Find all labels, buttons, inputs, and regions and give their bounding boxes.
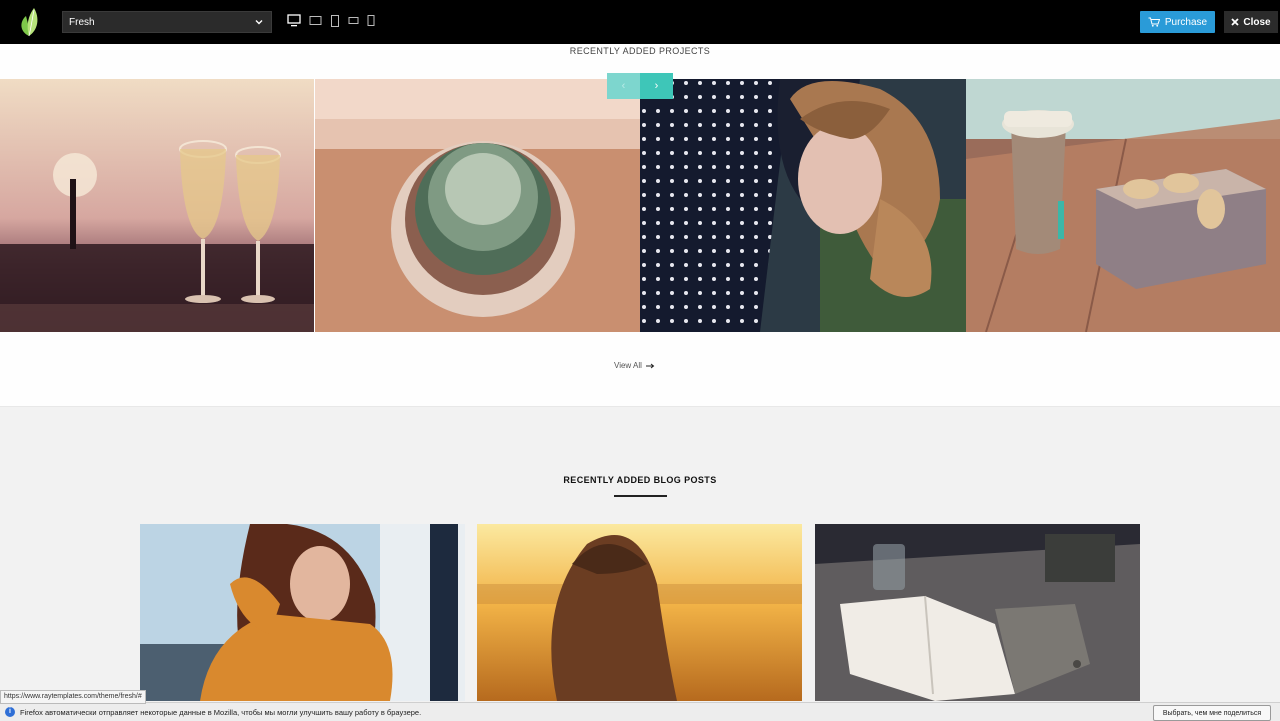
purchase-button-label: Purchase xyxy=(1164,16,1208,28)
info-icon: i xyxy=(5,707,15,717)
blog-post-image xyxy=(140,524,465,701)
purchase-button[interactable]: Purchase xyxy=(1140,11,1215,33)
project-image xyxy=(0,79,314,332)
desktop-icon[interactable] xyxy=(287,14,301,27)
close-button[interactable]: Close xyxy=(1224,11,1278,33)
project-tile-coffee[interactable] xyxy=(966,79,1280,332)
project-tile-portrait[interactable] xyxy=(640,79,966,332)
blog-post-card[interactable] xyxy=(477,524,802,701)
phone-icon[interactable] xyxy=(367,15,375,26)
theme-select[interactable]: Fresh xyxy=(62,11,272,33)
status-url: https://www.raytemplates.com/theme/fresh… xyxy=(0,690,146,704)
projects-title: RECENTLY ADDED PROJECTS xyxy=(569,46,711,56)
blog-post-card[interactable] xyxy=(140,524,465,701)
blog-post-image xyxy=(477,524,802,701)
blog-title-underline xyxy=(614,495,667,497)
slider-next-button[interactable]: › xyxy=(640,73,673,99)
chevron-left-icon: ‹ xyxy=(621,80,626,92)
tablet-landscape-icon[interactable] xyxy=(348,16,359,25)
laptop-icon[interactable] xyxy=(309,15,322,26)
chevron-down-icon xyxy=(255,20,263,25)
project-image xyxy=(966,79,1280,332)
notification-choose-label: Выбрать, чем мне поделиться xyxy=(1162,709,1262,717)
slider-prev-button[interactable]: ‹ xyxy=(607,73,640,99)
chevron-right-icon: › xyxy=(654,80,659,92)
close-button-label: Close xyxy=(1243,16,1271,28)
project-tile-cactus[interactable] xyxy=(315,79,640,332)
blog-post-image xyxy=(815,524,1140,701)
leaf-logo-icon[interactable] xyxy=(16,6,42,38)
tablet-portrait-icon[interactable] xyxy=(330,14,340,27)
notification-choose-button[interactable]: Выбрать, чем мне поделиться xyxy=(1153,705,1271,721)
view-all-label: View All xyxy=(614,361,642,370)
blog-title: RECENTLY ADDED BLOG POSTS xyxy=(563,475,717,485)
blog-post-card[interactable] xyxy=(815,524,1140,701)
arrow-right-icon xyxy=(645,363,655,368)
notification-bar: i Firefox автоматически отправляет некот… xyxy=(0,702,1280,721)
projects-slider-nav: ‹ › xyxy=(607,73,673,99)
cart-icon xyxy=(1148,17,1160,27)
device-switcher xyxy=(287,14,375,27)
project-image xyxy=(315,79,640,332)
projects-section: RECENTLY ADDED PROJECTS ‹ › View All xyxy=(0,44,1280,407)
view-all-link[interactable]: View All xyxy=(614,361,655,370)
notification-text: Firefox автоматически отправляет некотор… xyxy=(20,707,422,717)
preview-topbar: Fresh Purchase Close xyxy=(0,0,1280,44)
project-tile-champagne[interactable] xyxy=(0,79,314,332)
theme-select-value: Fresh xyxy=(69,16,95,28)
projects-gallery xyxy=(0,79,1280,332)
project-image xyxy=(640,79,966,332)
close-icon xyxy=(1231,18,1240,26)
